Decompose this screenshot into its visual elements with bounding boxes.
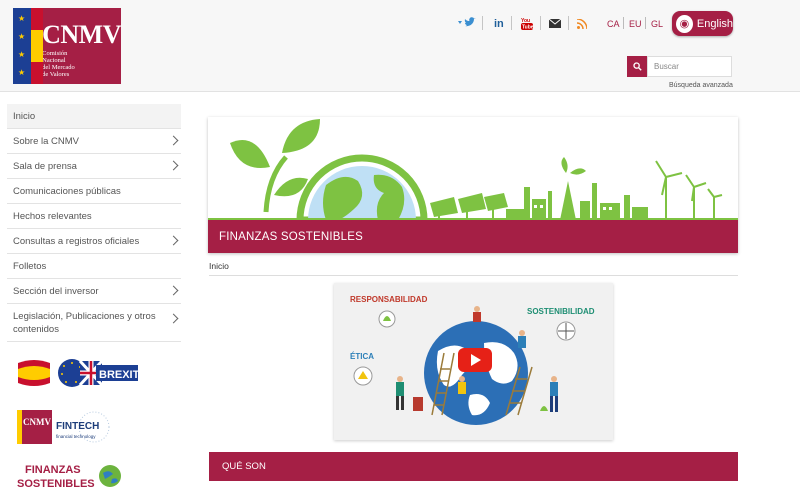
logo-subtitle: Comisión Nacional del Mercado de Valores (42, 50, 75, 78)
fintech-title: FINTECH (56, 421, 99, 432)
sidebar-item-inversor[interactable]: Sección del inversor (7, 279, 181, 304)
cnmv-logo[interactable]: ★ ★ ★ ★ CNMV Comisión Nacional del Merca… (13, 8, 121, 84)
fintech-banner[interactable]: CNMV FINTECH financial technology (16, 408, 116, 446)
english-label: English (696, 17, 733, 30)
fintech-subtitle: financial technology (56, 434, 96, 439)
svg-text:Tube: Tube (522, 25, 533, 31)
rss-icon[interactable] (576, 18, 588, 32)
label-responsabilidad: RESPONSABILIDAD (350, 295, 428, 304)
sidebar-item-sobre-cnmv[interactable]: Sobre la CNMV (7, 129, 181, 154)
chevron-right-icon (168, 235, 179, 246)
finanzas-line1: FINANZAS (25, 464, 81, 476)
lang-gl[interactable]: GL (651, 19, 663, 29)
sidebar-item-hechos-relevantes[interactable]: Hechos relevantes (7, 204, 181, 229)
site-header: ★ ★ ★ ★ CNMV Comisión Nacional del Merca… (0, 0, 800, 92)
lang-eu[interactable]: EU (629, 19, 642, 29)
search-icon (632, 62, 642, 71)
search-button[interactable] (627, 56, 647, 77)
play-icon[interactable] (458, 348, 492, 372)
sidebar-item-comunicaciones[interactable]: Comunicaciones públicas (7, 179, 181, 204)
sidebar-nav: Inicio Sobre la CNMV Sala de prensa Comu… (7, 104, 181, 342)
sidebar-item-consultas[interactable]: Consultas a registros oficiales (7, 229, 181, 254)
label-sostenibilidad: SOSTENIBILIDAD (527, 307, 595, 316)
hero-banner: FINANZAS SOSTENIBLES (208, 117, 738, 253)
advanced-search-link[interactable]: Búsqueda avanzada (669, 82, 733, 89)
linkedin-icon[interactable]: in (494, 18, 504, 30)
video-player[interactable]: RESPONSABILIDAD SOSTENIBILIDAD ÉTICA (334, 283, 613, 440)
breadcrumb: Inicio (209, 261, 738, 276)
brexit-text: BREXIT (99, 369, 138, 381)
brexit-banner[interactable]: BREXIT (16, 357, 140, 389)
chevron-right-icon (168, 135, 179, 146)
sustainability-illustration (208, 117, 738, 220)
logo-flag: ★ ★ ★ ★ (13, 8, 43, 84)
finanzas-sostenibles-promo[interactable]: FINANZAS SOSTENIBLES (17, 461, 127, 488)
breadcrumb-inicio[interactable]: Inicio (209, 261, 229, 271)
sidebar-item-sala-prensa[interactable]: Sala de prensa (7, 154, 181, 179)
banner-title: FINANZAS SOSTENIBLES (208, 220, 738, 253)
mail-icon[interactable] (548, 18, 562, 31)
youtube-icon[interactable]: You Tube (521, 16, 534, 33)
chevron-right-icon (168, 313, 179, 324)
finanzas-line2: SOSTENIBLES (17, 478, 95, 488)
sidebar-item-folletos[interactable]: Folletos (7, 254, 181, 279)
fintech-cnmv-text: CNMV (23, 417, 51, 427)
logo-title: CNMV (42, 20, 121, 49)
chevron-right-icon (168, 160, 179, 171)
english-button[interactable]: ◉ English (672, 11, 733, 36)
twitter-icon[interactable] (457, 17, 477, 32)
section-que-son[interactable]: QUÉ SON (209, 452, 738, 481)
sidebar-item-inicio[interactable]: Inicio (7, 104, 181, 129)
sidebar-item-legislacion[interactable]: Legislación, Publicaciones y otros conte… (7, 304, 181, 342)
label-etica: ÉTICA (350, 352, 374, 361)
lang-ca[interactable]: CA (607, 19, 620, 29)
globe-icon: ◉ (676, 14, 693, 33)
chevron-right-icon (168, 285, 179, 296)
search-input[interactable] (647, 56, 732, 77)
